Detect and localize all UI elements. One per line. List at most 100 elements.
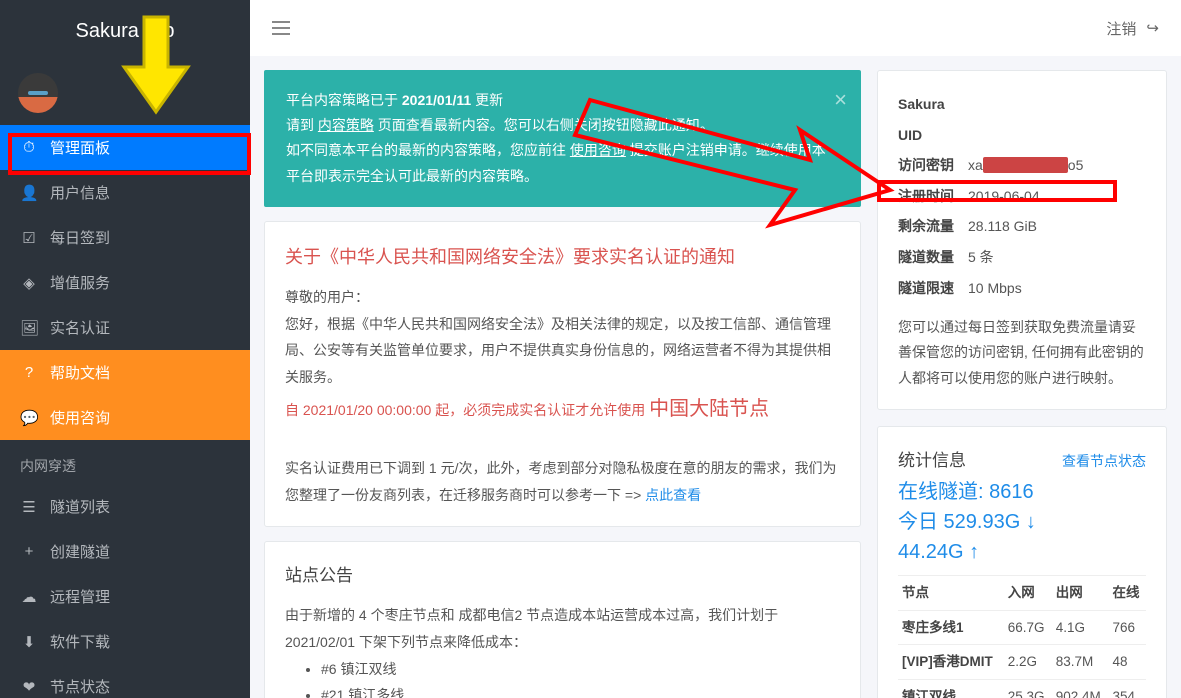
alert-link-policy[interactable]: 内容策略 — [318, 117, 374, 133]
user-traffic-value: 28.118 GiB — [968, 213, 1146, 240]
nav-node-status[interactable]: ❤节点状态 — [0, 664, 250, 698]
chat-icon: 💬 — [20, 409, 38, 427]
alert-line3: 如不同意本平台的最新的内容策略，您应前往 使用咨询 提交账户注销申请。继续使用本… — [286, 138, 839, 188]
stats-summary: 在线隧道: 8616 今日 529.93G ↓ 44.24G ↑ — [898, 477, 1146, 567]
key-suffix: o5 — [1068, 157, 1084, 173]
cell-in: 2.2G — [1004, 645, 1052, 680]
nav-label: 软件下载 — [50, 631, 110, 652]
brand-title: Sakura Frp — [0, 0, 250, 61]
close-icon[interactable]: × — [834, 80, 847, 120]
cell-out: 902.4M — [1052, 679, 1109, 698]
stats-title: 统计信息 — [898, 445, 966, 477]
cell-in: 25.3G — [1004, 679, 1052, 698]
nav-remote[interactable]: ☁远程管理 — [0, 574, 250, 619]
cell-online: 354 — [1108, 679, 1146, 698]
cell-node: 镇江双线 — [898, 679, 1004, 698]
cell-online: 48 — [1108, 645, 1146, 680]
nav-download[interactable]: ⬇软件下载 — [0, 619, 250, 664]
nav-label: 创建隧道 — [50, 541, 110, 562]
th-out: 出网 — [1052, 576, 1109, 611]
check-icon: ☑ — [20, 229, 38, 247]
nav-tunnel-list[interactable]: ☰隧道列表 — [0, 484, 250, 529]
stats-table: 节点 入网 出网 在线 枣庄多线1 66.7G 4.1G 766 — [898, 575, 1146, 698]
cell-out: 83.7M — [1052, 645, 1109, 680]
nav-tunnel-create[interactable]: +创建隧道 — [0, 529, 250, 574]
nav-label: 使用咨询 — [50, 407, 110, 428]
nav-vas[interactable]: ◈ 增值服务 — [0, 260, 250, 305]
logout-button[interactable]: 注销 ↪ — [1106, 18, 1159, 39]
avatar[interactable] — [18, 73, 58, 113]
nav-label: 每日签到 — [50, 227, 110, 248]
stats-link-node-status[interactable]: 查看节点状态 — [1062, 448, 1146, 475]
logout-icon: ↪ — [1146, 19, 1159, 37]
key-prefix: xa — [968, 157, 983, 173]
main: 注销 ↪ × 平台内容策略已于 2021/01/11 更新 请到 内容策略 页面… — [250, 0, 1181, 698]
hamburger-icon[interactable] — [272, 21, 290, 35]
cell-node: [VIP]香港DMIT — [898, 645, 1004, 680]
nav-primary: ⏱ 管理面板 👤 用户信息 ☑ 每日签到 ◈ 增值服务 🖼 实名认证 ?帮助文档 💬 使用咨… — [0, 125, 250, 440]
notice-red-big: 中国大陆节点 — [649, 398, 769, 420]
nav-label: 管理面板 — [50, 137, 110, 158]
notice-p1: 您好，根据《中华人民共和国网络安全法》及相关法律的规定，以及按工信部、通信管理局… — [285, 311, 840, 391]
heart-icon: ❤ — [20, 678, 38, 696]
cell-node: 枣庄多线1 — [898, 610, 1004, 645]
user-key-label: 访问密钥 — [898, 152, 968, 179]
stats-down: 今日 529.93G ↓ — [898, 507, 1146, 537]
table-row: 镇江双线 25.3G 902.4M 354 — [898, 679, 1146, 698]
table-row: [VIP]香港DMIT 2.2G 83.7M 48 — [898, 645, 1146, 680]
topbar: 注销 ↪ — [250, 0, 1181, 56]
notice-link-vendors[interactable]: 点此查看 — [645, 487, 701, 503]
alert-date: 2021/01/11 — [402, 92, 471, 108]
alert-text: 页面查看最新内容。您可以右侧关闭按钮隐藏此通知。 — [374, 117, 714, 133]
key-redacted: xxxxxxxxxxx — [983, 157, 1068, 173]
nav-label: 实名认证 — [50, 317, 110, 338]
list-item: #6 镇江双线 — [321, 656, 840, 683]
nav-dashboard[interactable]: ⏱ 管理面板 — [0, 125, 250, 170]
avatar-wrap — [0, 61, 250, 125]
user-reg-label: 注册时间 — [898, 183, 968, 210]
col-main: × 平台内容策略已于 2021/01/11 更新 请到 内容策略 页面查看最新内… — [264, 70, 861, 698]
nav-support[interactable]: 💬 使用咨询 — [0, 395, 250, 440]
nav-help-docs[interactable]: ?帮助文档 — [0, 350, 250, 395]
notice-title: 关于《中华人民共和国网络安全法》要求实名认证的通知 — [285, 240, 840, 274]
col-side: Sakura UID 访问密钥 xaxxxxxxxxxxxo5 注册时间2019… — [877, 70, 1167, 698]
dashboard-icon: ⏱ — [20, 139, 38, 156]
card-user-info: Sakura UID 访问密钥 xaxxxxxxxxxxxo5 注册时间2019… — [877, 70, 1167, 410]
notice-red-line: 自 2021/01/20 00:00:00 起，必须完成实名认证才允许使用 中国… — [285, 390, 840, 428]
nav-checkin[interactable]: ☑ 每日签到 — [0, 215, 250, 260]
stats-up: 44.24G ↑ — [898, 537, 1146, 567]
help-icon: ? — [20, 364, 38, 381]
nav-tunnel: ☰隧道列表 +创建隧道 ☁远程管理 ⬇软件下载 ❤节点状态 — [0, 484, 250, 698]
nav-user-info[interactable]: 👤 用户信息 — [0, 170, 250, 215]
nav-label: 用户信息 — [50, 182, 110, 203]
user-speed-value: 10 Mbps — [968, 275, 1146, 302]
list-icon: ☰ — [20, 498, 38, 516]
alert-link-support[interactable]: 使用咨询 — [570, 142, 626, 158]
alert-text: 请到 — [286, 117, 318, 133]
sidebar: Sakura Frp ⏱ 管理面板 👤 用户信息 ☑ 每日签到 ◈ 增值服务 🖼 实名认证… — [0, 0, 250, 698]
user-tunnels-label: 隧道数量 — [898, 244, 968, 271]
announce-p1: 由于新增的 4 个枣庄节点和 成都电信2 节点造成本站运营成本过高，我们计划于 … — [285, 602, 840, 655]
user-desc: 您可以通过每日签到获取免费流量请妥善保管您的访问密钥, 任何拥有此密钥的人都将可… — [898, 315, 1146, 391]
content: × 平台内容策略已于 2021/01/11 更新 请到 内容策略 页面查看最新内… — [250, 56, 1181, 698]
announce-list: #6 镇江双线 #21 镇江多线 — [285, 656, 840, 698]
cell-in: 66.7G — [1004, 610, 1052, 645]
id-icon: 🖼 — [20, 319, 38, 337]
list-item: #21 镇江多线 — [321, 682, 840, 698]
logout-label: 注销 — [1106, 18, 1136, 39]
nav-realname[interactable]: 🖼 实名认证 — [0, 305, 250, 350]
alert-text: 如不同意本平台的最新的内容策略，您应前往 — [286, 142, 570, 158]
card-stats: 统计信息 查看节点状态 在线隧道: 8616 今日 529.93G ↓ 44.2… — [877, 426, 1167, 698]
nav-label: 增值服务 — [50, 272, 110, 293]
diamond-icon: ◈ — [20, 274, 38, 292]
alert-policy: × 平台内容策略已于 2021/01/11 更新 请到 内容策略 页面查看最新内… — [264, 70, 861, 207]
alert-text: 平台内容策略已于 — [286, 92, 402, 108]
alert-line1: 平台内容策略已于 2021/01/11 更新 — [286, 88, 839, 113]
cell-online: 766 — [1108, 610, 1146, 645]
user-icon: 👤 — [20, 184, 38, 202]
cloud-icon: ☁ — [20, 588, 38, 606]
user-reg-value: 2019-06-04 — [968, 183, 1146, 210]
alert-text: 更新 — [471, 92, 503, 108]
user-key-value[interactable]: xaxxxxxxxxxxxo5 — [968, 152, 1146, 179]
th-in: 入网 — [1004, 576, 1052, 611]
